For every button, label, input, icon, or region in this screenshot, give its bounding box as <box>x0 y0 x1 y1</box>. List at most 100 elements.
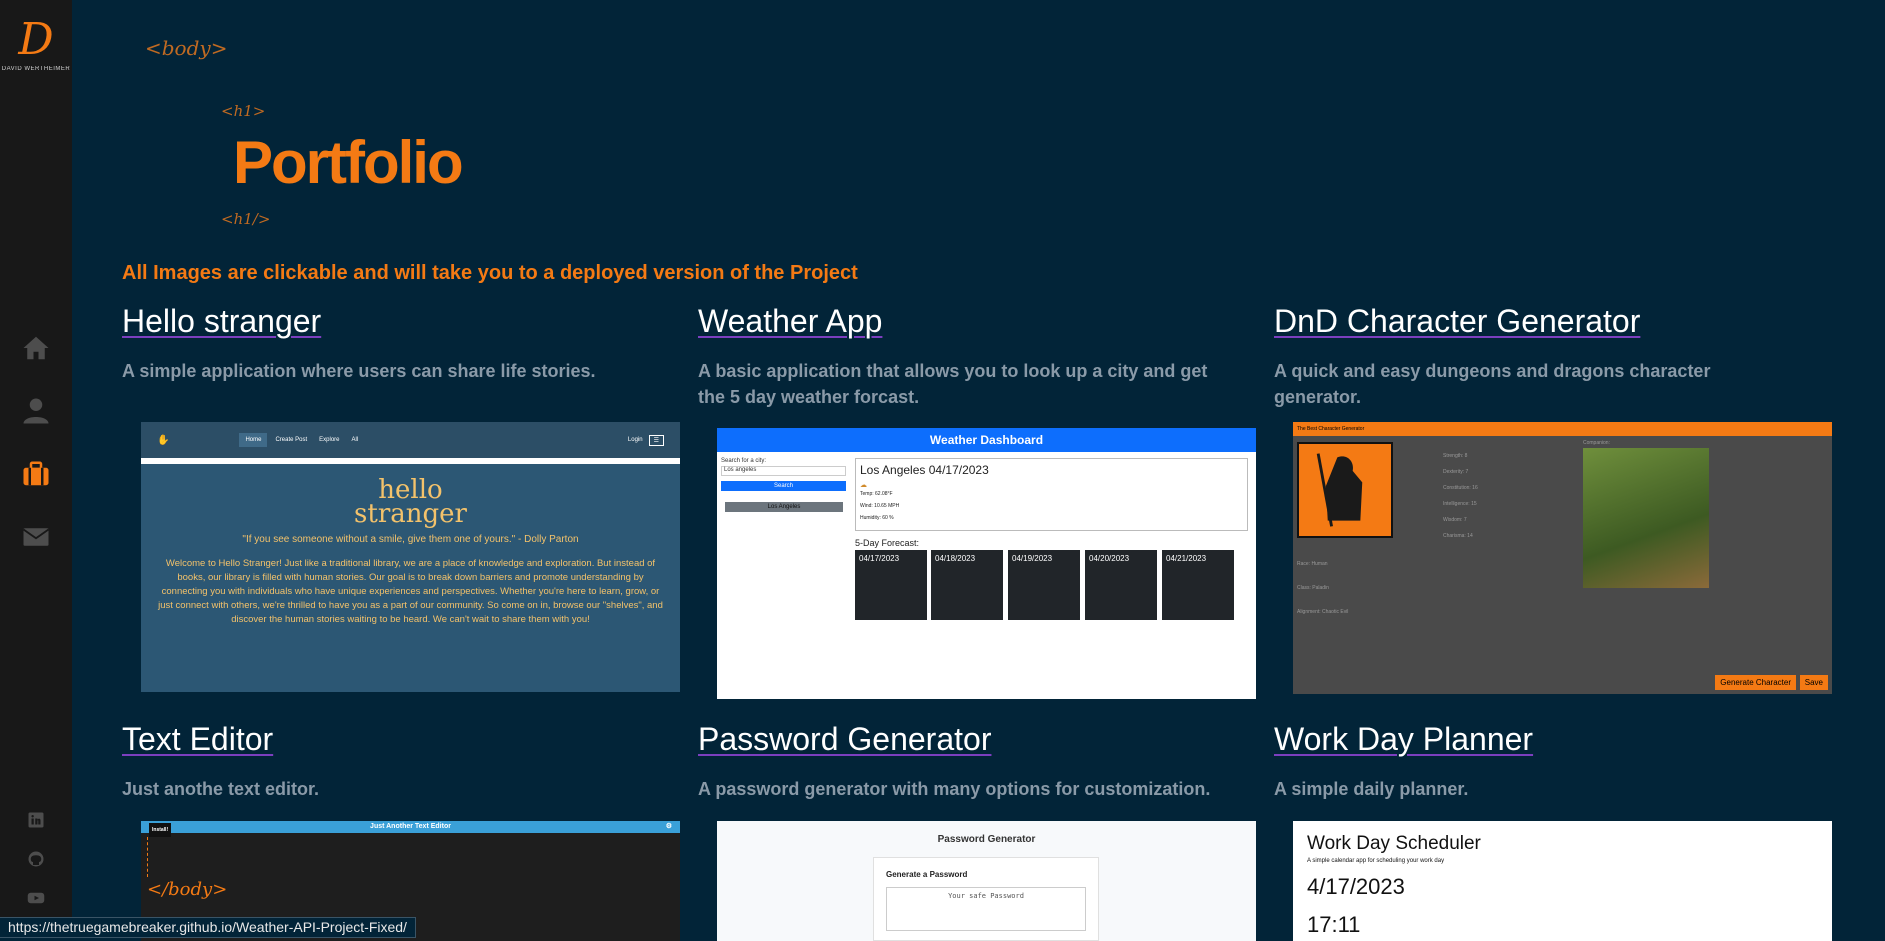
hs-logo-line2: stranger <box>354 499 467 529</box>
hs-navbar: ✋ Home Create Post Explore All Login ☰ <box>141 422 680 458</box>
wd-temp: Temp: 62.08°F <box>860 491 893 497</box>
project-description: A simple application where users can sha… <box>122 361 596 381</box>
project-image-dnd[interactable]: The Best Character Generator Strength: 8… <box>1293 422 1832 694</box>
briefcase-icon <box>23 461 49 486</box>
wd-humidity: Humidity: 60 % <box>860 515 894 521</box>
github-icon <box>28 851 44 867</box>
hs-nav-all: All <box>351 437 359 443</box>
social-github[interactable] <box>0 850 72 868</box>
wp-subtitle: A simple calendar app for scheduling you… <box>1307 858 1445 864</box>
wd-search-label: Search for a city: <box>721 458 767 464</box>
home-icon <box>23 336 49 360</box>
hs-divider <box>141 458 680 464</box>
pw-title: Password Generator <box>937 834 1036 845</box>
pw-card: Generate a Password Your safe Password <box>873 857 1099 941</box>
project-title[interactable]: Password Generator <box>698 721 1258 758</box>
dnd-field: Class: Paladin <box>1297 585 1329 591</box>
wd-forecast-day: 04/18/2023 <box>931 550 1003 620</box>
hs-nav-home: Home <box>239 433 268 447</box>
wp-date: 4/17/2023 <box>1307 874 1405 899</box>
wd-header: Weather Dashboard <box>717 428 1256 452</box>
project-image-hello-stranger[interactable]: ✋ Home Create Post Explore All Login ☰ h… <box>141 422 680 692</box>
project-card-password-generator: Password Generator A password generator … <box>698 721 1258 802</box>
dnd-save-button: Save <box>1799 675 1828 690</box>
page-title: Portfolio <box>233 129 464 196</box>
nav-contact[interactable] <box>0 517 72 557</box>
te-gutter <box>147 837 149 877</box>
wd-forecast-day: 04/21/2023 <box>1162 550 1234 620</box>
wd-forecast-day: 04/17/2023 <box>855 550 927 620</box>
clickable-notice: All Images are clickable and will take y… <box>122 262 858 284</box>
wp-title: Work Day Scheduler <box>1307 833 1481 854</box>
dnd-header: The Best Character Generator <box>1293 422 1832 436</box>
dnd-field: Alignment: Chaotic Evil <box>1297 609 1349 615</box>
te-header: Install! Just Another Text Editor ⚙ <box>141 821 680 837</box>
dnd-generate-button: Generate Character <box>1715 675 1796 690</box>
wd-history-button: Los Angeles <box>725 502 843 512</box>
project-description: A simple daily planner. <box>1274 779 1469 799</box>
hs-nav-create: Create Post <box>275 437 308 443</box>
dnd-stat: Dexterity: 7 <box>1443 469 1469 475</box>
nav-portfolio[interactable] <box>0 454 72 494</box>
dnd-stat: Wisdom: 7 <box>1443 517 1467 523</box>
wd-city-date: Los Angeles 04/17/2023 <box>860 463 989 477</box>
wp-time: 17:11 <box>1307 912 1361 937</box>
wd-forecast-day: 04/20/2023 <box>1085 550 1157 620</box>
project-description: Just anothe text editor. <box>122 779 320 799</box>
wd-day-date: 04/19/2023 <box>1012 554 1053 563</box>
social-youtube[interactable] <box>0 889 72 907</box>
site-logo[interactable]: D DAVID WERTHEIMER <box>0 14 72 73</box>
weather-icon: ☁ <box>860 482 867 489</box>
h1-close-tag: <h1/> <box>221 210 271 228</box>
youtube-icon <box>27 892 45 904</box>
dnd-companion-label: Companion: <box>1583 440 1610 446</box>
wd-search-button: Search <box>721 481 846 491</box>
project-title[interactable]: Work Day Planner <box>1274 721 1834 758</box>
project-image-weather-app[interactable]: Weather Dashboard Search for a city: Los… <box>717 428 1256 699</box>
logo-letter: D <box>18 14 54 65</box>
wd-forecast-day: 04/19/2023 <box>1008 550 1080 620</box>
hs-menu-icon: ☰ <box>648 434 664 446</box>
project-title[interactable]: Weather App <box>698 303 1258 340</box>
wd-day-date: 04/17/2023 <box>859 554 900 563</box>
logo-subtitle: DAVID WERTHEIMER <box>1 66 71 72</box>
project-card-weather-app: Weather App A basic application that all… <box>698 303 1258 410</box>
project-description: A basic application that allows you to l… <box>698 361 1208 407</box>
dnd-stat: Charisma: 14 <box>1443 533 1473 539</box>
te-settings-icon: ⚙ <box>665 823 672 830</box>
hs-logo: hello stranger <box>141 477 680 529</box>
social-linkedin[interactable] <box>0 811 72 829</box>
link-status-bar: https://thetruegamebreaker.github.io/Wea… <box>0 917 416 938</box>
project-card-text-editor: Text Editor Just anothe text editor. <box>122 721 682 802</box>
project-image-password-generator[interactable]: Password Generator Generate a Password Y… <box>717 821 1256 941</box>
dnd-fields: Race: Human Class: Paladin Alignment: Ch… <box>1297 552 1348 624</box>
nav-about[interactable] <box>0 391 72 431</box>
body-open-tag: <body> <box>145 36 228 60</box>
knight-silhouette-icon <box>1316 453 1363 527</box>
project-title[interactable]: Text Editor <box>122 721 682 758</box>
sidebar: D DAVID WERTHEIMER <box>0 0 72 938</box>
wd-current-weather: Los Angeles 04/17/2023 ☁ Temp: 62.08°F W… <box>855 458 1248 531</box>
project-title[interactable]: Hello stranger <box>122 303 682 340</box>
dnd-field: Race: Human <box>1297 561 1328 567</box>
hs-welcome-text: Welcome to Hello Stranger! Just like a t… <box>158 558 663 625</box>
envelope-icon <box>22 528 50 546</box>
wd-day-date: 04/20/2023 <box>1089 554 1130 563</box>
project-title[interactable]: DnD Character Generator <box>1274 303 1834 340</box>
wd-wind: Wind: 10.65 MPH <box>860 503 900 509</box>
wd-day-date: 04/18/2023 <box>935 554 976 563</box>
dnd-stat: Strength: 8 <box>1443 453 1468 459</box>
dnd-stats: Strength: 8 Dexterity: 7 Constitution: 1… <box>1443 448 1478 544</box>
nav-home[interactable] <box>0 328 72 368</box>
project-image-work-day-planner[interactable]: Work Day Scheduler A simple calendar app… <box>1293 821 1832 941</box>
dnd-stat: Intelligence: 15 <box>1443 501 1477 507</box>
hs-nav-explore: Explore <box>319 437 340 443</box>
user-icon <box>23 398 49 424</box>
hs-logo-icon: ✋ <box>157 434 170 446</box>
dnd-stat: Constitution: 16 <box>1443 485 1478 491</box>
wd-day-date: 04/21/2023 <box>1166 554 1207 563</box>
pw-label: Generate a Password <box>886 870 968 879</box>
project-card-dnd: DnD Character Generator A quick and easy… <box>1274 303 1834 410</box>
te-body-tag: </body> <box>147 879 228 900</box>
wd-search-input: Los angeles <box>721 466 846 476</box>
